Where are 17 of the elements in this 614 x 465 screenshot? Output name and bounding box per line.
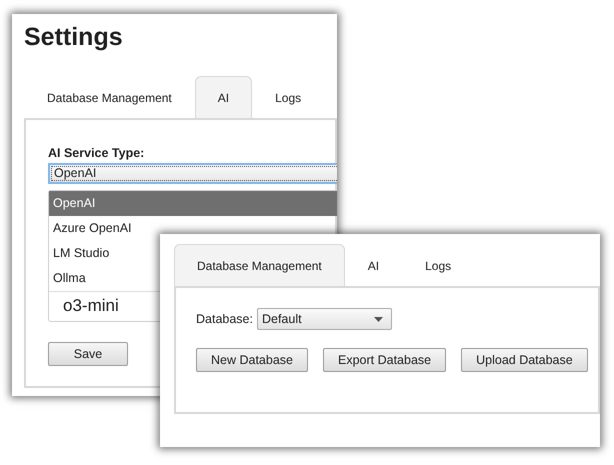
button[interactable]: Upload Database xyxy=(461,348,588,372)
dropdown-option[interactable]: OpenAI xyxy=(49,190,337,216)
window-title: Settings xyxy=(24,22,124,52)
service-dropdown[interactable]: OpenAI xyxy=(48,162,337,184)
field-label: AI Service Type: xyxy=(48,145,146,162)
caret-icon xyxy=(374,316,383,322)
button[interactable]: Export Database xyxy=(323,348,446,372)
tab[interactable]: Logs xyxy=(252,76,324,118)
tab[interactable]: AI xyxy=(344,244,402,286)
field-label: Database: xyxy=(196,310,253,328)
button[interactable]: New Database xyxy=(196,348,308,372)
button[interactable]: Save xyxy=(48,342,128,366)
tab[interactable]: Database Management xyxy=(174,244,345,286)
tab[interactable]: Logs xyxy=(402,244,474,286)
tab[interactable]: Database Management xyxy=(24,76,195,118)
database-select[interactable]: Default xyxy=(256,308,392,330)
tab[interactable]: AI xyxy=(194,76,252,118)
